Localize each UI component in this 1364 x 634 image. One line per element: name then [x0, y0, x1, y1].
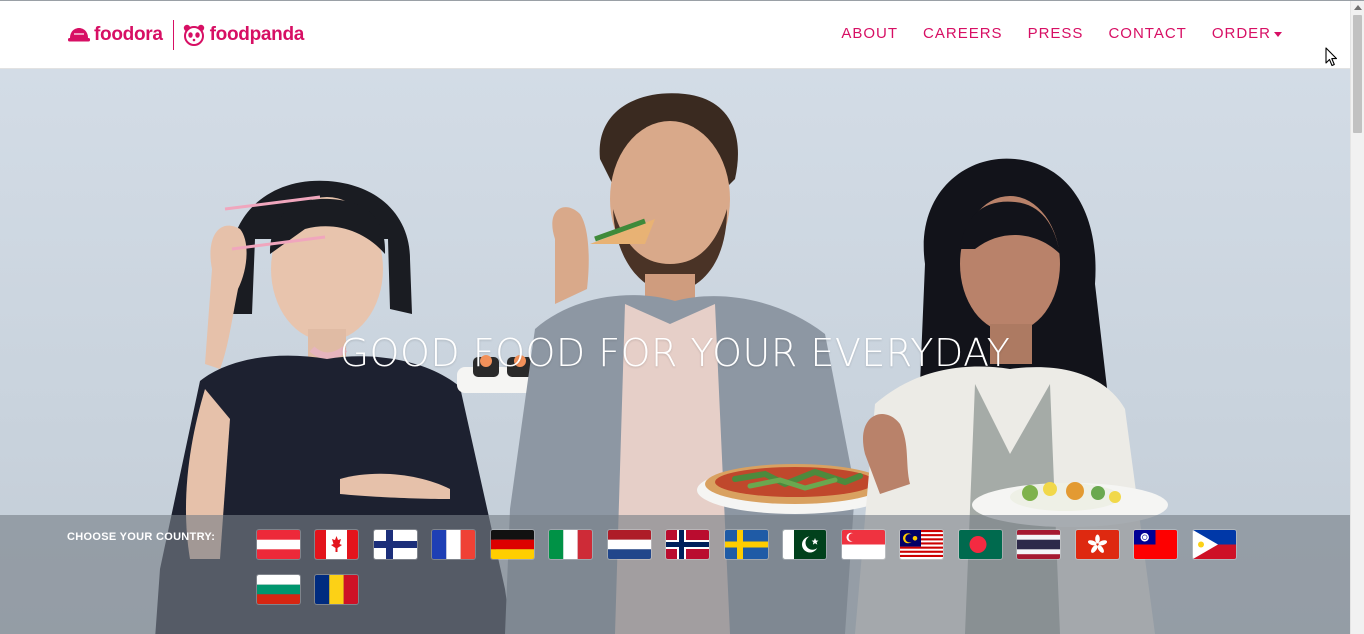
nav-order-label: ORDER	[1211, 25, 1271, 42]
singapore-flag[interactable]	[842, 530, 885, 559]
italy-flag[interactable]	[549, 530, 592, 559]
romania-flag[interactable]	[315, 575, 358, 604]
finland-flag[interactable]	[374, 530, 417, 559]
malaysia-flag[interactable]	[900, 530, 943, 559]
caret-down-icon	[1274, 32, 1282, 37]
brand-divider	[172, 20, 174, 50]
foodora-logo: foodora	[68, 24, 163, 46]
site-header: foodora foodpanda ABOUT CAREERS PRESS CO…	[0, 1, 1350, 69]
thailand-flag[interactable]	[1017, 530, 1060, 559]
panda-icon	[183, 24, 205, 46]
france-flag[interactable]	[432, 530, 475, 559]
canada-flag[interactable]	[315, 530, 358, 559]
nav-about[interactable]: ABOUT	[841, 25, 898, 42]
taiwan-flag[interactable]	[1134, 530, 1177, 559]
foodpanda-logo: foodpanda	[183, 24, 304, 46]
main-nav: ABOUT CAREERS PRESS CONTACT ORDER	[816, 25, 1282, 42]
scroll-up-arrow-icon[interactable]	[1354, 5, 1362, 10]
austria-flag[interactable]	[257, 530, 300, 559]
scroll-thumb[interactable]	[1353, 15, 1362, 133]
brand-logo[interactable]: foodora foodpanda	[68, 19, 304, 51]
pakistan-flag[interactable]	[783, 530, 826, 559]
nav-careers[interactable]: CAREERS	[923, 25, 1003, 42]
foodora-wordmark: foodora	[94, 24, 163, 45]
nav-press[interactable]: PRESS	[1028, 25, 1084, 42]
hero-title: GOOD FOOD FOR YOUR EVERYDAY	[339, 331, 1011, 375]
netherlands-flag[interactable]	[608, 530, 651, 559]
nav-order-dropdown[interactable]: ORDER	[1212, 25, 1282, 42]
philippines-flag[interactable]	[1193, 530, 1236, 559]
germany-flag[interactable]	[491, 530, 534, 559]
hero-banner: GOOD FOOD FOR YOUR EVERYDAY CHOOSE YOUR …	[0, 69, 1350, 634]
bangladesh-flag[interactable]	[959, 530, 1002, 559]
norway-flag[interactable]	[666, 530, 709, 559]
country-selector: CHOOSE YOUR COUNTRY:	[0, 515, 1350, 634]
hong-kong-flag[interactable]	[1076, 530, 1119, 559]
bulgaria-flag[interactable]	[257, 575, 300, 604]
foodpanda-wordmark: foodpanda	[209, 24, 305, 45]
vertical-scrollbar[interactable]	[1350, 1, 1364, 634]
country-label: CHOOSE YOUR COUNTRY:	[67, 531, 216, 543]
sweden-flag[interactable]	[725, 530, 768, 559]
nav-contact[interactable]: CONTACT	[1108, 25, 1186, 42]
foodora-hat-icon	[68, 27, 90, 43]
